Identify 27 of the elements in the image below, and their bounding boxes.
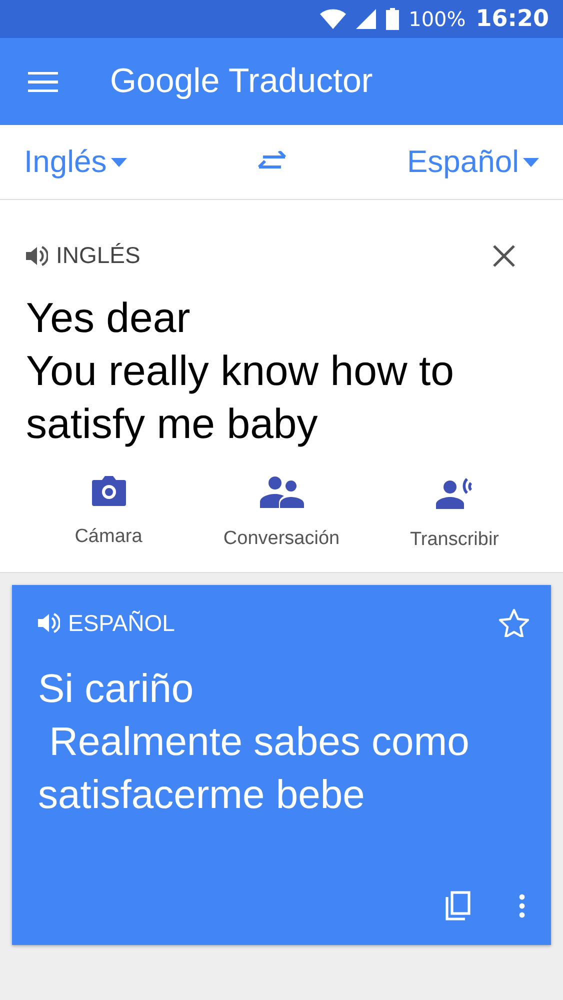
target-language-label: ESPAÑOL xyxy=(68,610,175,636)
tool-button[interactable]: Conversación xyxy=(196,476,366,551)
source-language-dropdown[interactable]: Inglés xyxy=(24,144,127,180)
clock-time: 16:20 xyxy=(476,6,549,32)
speaking-person-icon xyxy=(436,476,474,509)
camera-icon xyxy=(92,476,126,506)
translated-text: Si cariño Realmente sabes como satisfacerme bebe xyxy=(38,666,470,819)
more-options-button[interactable] xyxy=(519,894,525,918)
speaker-icon[interactable] xyxy=(24,244,48,266)
wifi-icon xyxy=(320,9,346,29)
app-title: Google Traductor xyxy=(110,62,373,101)
dropdown-caret-icon xyxy=(522,158,539,166)
tool-button[interactable]: Cámara xyxy=(24,476,194,551)
target-language-dropdown[interactable]: Español xyxy=(406,144,539,180)
tool-button[interactable]: Transcribir xyxy=(370,476,540,551)
source-language-label: INGLÉS xyxy=(56,242,140,269)
copy-button[interactable] xyxy=(445,891,471,921)
speaker-icon[interactable] xyxy=(36,612,60,634)
source-text[interactable]: Yes dear You really know how to satisfy me baby xyxy=(26,291,563,450)
menu-button[interactable] xyxy=(28,72,58,92)
battery-percentage: 100% xyxy=(408,7,466,31)
signal-icon xyxy=(356,9,376,29)
close-icon[interactable] xyxy=(493,244,515,266)
dropdown-caret-icon xyxy=(110,158,127,166)
star-icon[interactable] xyxy=(499,609,529,637)
battery-icon xyxy=(386,8,399,30)
people-icon xyxy=(260,476,304,508)
